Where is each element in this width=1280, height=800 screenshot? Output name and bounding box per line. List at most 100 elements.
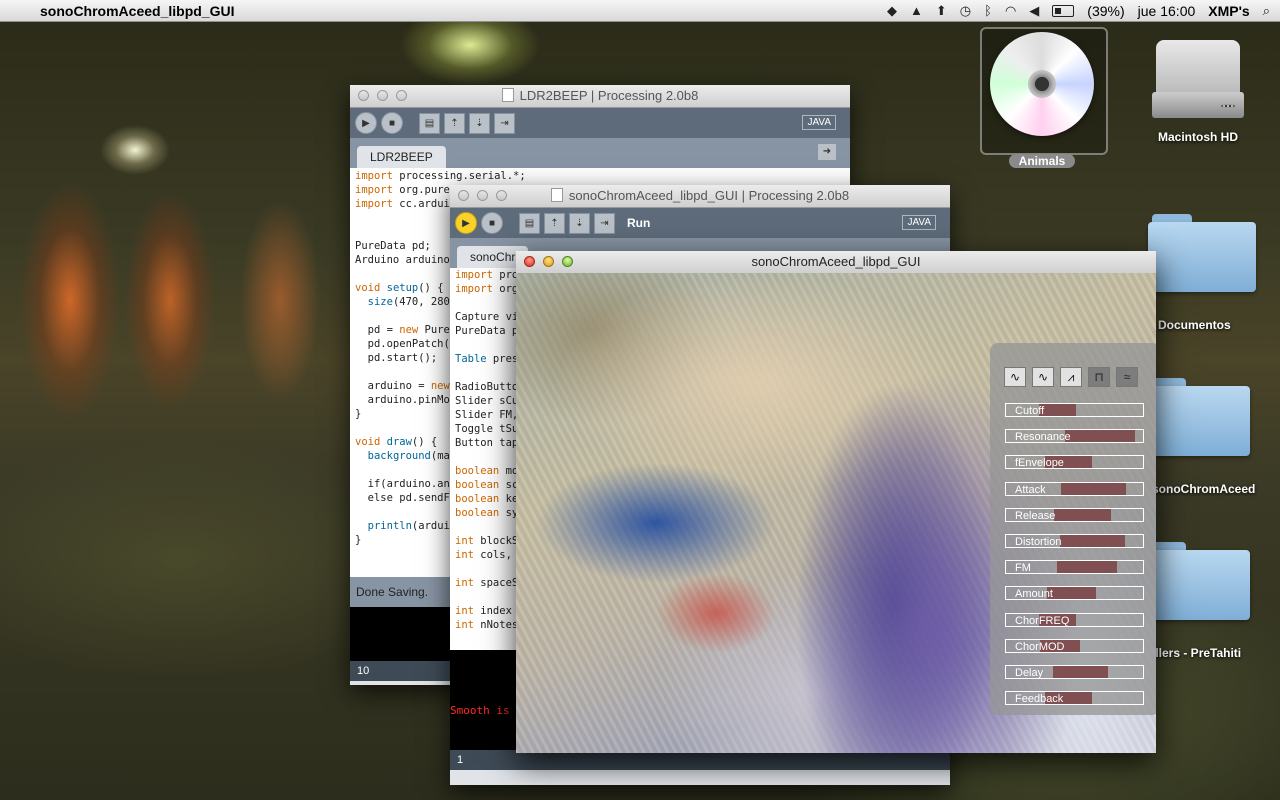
open-button[interactable]: ⇡ (544, 212, 565, 234)
cd-icon (990, 32, 1094, 136)
user-menu[interactable]: XMP's (1208, 3, 1249, 19)
dropbox-icon[interactable]: ◆ (887, 3, 897, 19)
sonochromaceed-label: sonoChromAceed (1152, 482, 1256, 496)
sonochromaceed-folder[interactable]: sonoChromAceed (1142, 378, 1280, 496)
status-menus: ◆ ▲ ⬆ ◷ ᛒ ◠ ◀ (39%) jue 16:00 XMP's ⌕ (887, 3, 1280, 19)
mode-selector[interactable]: JAVA (902, 215, 936, 230)
slider-chorfreq[interactable]: ChorFREQ (1005, 612, 1144, 627)
soft-sine-wave-icon[interactable]: ∿ (1032, 367, 1054, 387)
slider-label: ChorFREQ (1015, 614, 1070, 627)
waveform-selector: ∿ ∿ ⩘ ⊓ ≈ (1004, 367, 1138, 387)
run-label: Run (627, 216, 651, 230)
close-button[interactable] (358, 90, 369, 101)
run-button[interactable]: ▶ (355, 112, 377, 134)
bluetooth-icon[interactable]: ᛒ (984, 3, 992, 18)
animals-disc[interactable]: Animals (982, 24, 1102, 168)
minimize-button[interactable] (477, 190, 488, 201)
documentos-folder[interactable]: Documentos (1142, 214, 1262, 332)
stop-button[interactable]: ■ (381, 112, 403, 134)
sono-editor-titlebar[interactable]: sonoChromAceed_libpd_GUI | Processing 2.… (450, 185, 950, 208)
open-button[interactable]: ⇡ (444, 112, 465, 134)
noise-wave-icon[interactable]: ≈ (1116, 367, 1138, 387)
folder-icon (1142, 378, 1250, 456)
slider-value-fill (1065, 430, 1135, 443)
slider-fenvelope[interactable]: fEnvelope (1005, 455, 1144, 470)
sketch-titlebar[interactable]: sonoChromAceed_libpd_GUI (516, 251, 1156, 274)
pretahiti-folder[interactable]: illers - PreTahiti (1142, 542, 1280, 660)
minimize-button[interactable] (543, 256, 554, 267)
slider-value-fill (1054, 508, 1111, 521)
slider-label: FM (1015, 562, 1031, 575)
code-line[interactable]: import processing.serial.*; (355, 169, 845, 183)
run-button[interactable]: ▶ (455, 212, 477, 234)
video-canvas[interactable]: ∿ ∿ ⩘ ⊓ ≈ Cutoff Resonance fEnvelope Attack… (516, 273, 1156, 753)
square-wave-icon[interactable]: ⊓ (1088, 367, 1110, 387)
minimize-button[interactable] (377, 90, 388, 101)
slider-fm[interactable]: FM (1005, 560, 1144, 575)
macintosh-hd-label: Macintosh HD (1157, 130, 1238, 144)
macintosh-hd[interactable]: Macintosh HD (1140, 30, 1256, 144)
wifi-icon[interactable]: ◠ (1005, 3, 1016, 19)
sawtooth-wave-icon[interactable]: ⩘ (1060, 367, 1082, 387)
window-title: LDR2BEEP | Processing 2.0b8 (519, 88, 699, 103)
new-button[interactable]: ▤ (519, 212, 540, 234)
slider-value-fill (1060, 535, 1125, 547)
menu-bar: sonoChromAceed_libpd_GUI ◆ ▲ ⬆ ◷ ᛒ ◠ ◀ (… (0, 0, 1280, 22)
slider-delay[interactable]: Delay (1005, 665, 1144, 679)
slider-label: Delay (1015, 667, 1044, 679)
document-icon (550, 188, 563, 202)
volume-icon[interactable]: ◀ (1029, 3, 1039, 19)
slider-resonance[interactable]: Resonance (1005, 429, 1144, 444)
zoom-button[interactable] (496, 190, 507, 201)
google-drive-icon[interactable]: ▲ (910, 3, 923, 18)
folder-icon (1142, 542, 1250, 620)
ldr2beep-titlebar[interactable]: LDR2BEEP | Processing 2.0b8 (350, 85, 850, 108)
slider-value-fill (1053, 666, 1108, 678)
close-button[interactable] (458, 190, 469, 201)
folder-icon (1148, 214, 1256, 292)
time-machine-icon[interactable]: ◷ (960, 3, 971, 19)
slider-feedback[interactable]: Feedback (1005, 691, 1144, 706)
tab-menu-arrow-icon[interactable]: ➜ (818, 144, 836, 160)
hard-drive-icon (1150, 30, 1246, 126)
upload-icon[interactable]: ⬆ (936, 3, 947, 19)
mode-selector[interactable]: JAVA (802, 115, 836, 130)
battery-percent[interactable]: (39%) (1087, 3, 1124, 19)
slider-label: Distortion (1015, 536, 1062, 548)
new-button[interactable]: ▤ (419, 112, 440, 134)
slider-label: Release (1015, 509, 1056, 522)
slider-attack[interactable]: Attack (1005, 481, 1144, 496)
slider-cutoff[interactable]: Cutoff (1005, 403, 1144, 417)
save-button[interactable]: ⇣ (469, 112, 490, 134)
slider-label: Amount (1015, 588, 1053, 601)
zoom-button[interactable] (562, 256, 573, 267)
window-title: sonoChromAceed_libpd_GUI (751, 254, 921, 269)
slider-chormod[interactable]: ChorMOD (1005, 638, 1144, 653)
tab-ldr2beep[interactable]: LDR2BEEP (357, 146, 446, 168)
spotlight-search-icon[interactable]: ⌕ (1263, 3, 1270, 19)
line-number: 1 (450, 750, 950, 770)
documentos-label: Documentos (1158, 318, 1231, 332)
zoom-button[interactable] (396, 90, 407, 101)
menu-clock[interactable]: jue 16:00 (1138, 3, 1196, 19)
toolbar: ▶ ■ ▤ ⇡ ⇣ ⇥ Run JAVA (450, 208, 950, 238)
slider-label: fEnvelope (1015, 457, 1064, 470)
slider-distortion[interactable]: Distortion (1005, 534, 1144, 548)
close-button[interactable] (524, 256, 535, 267)
save-button[interactable]: ⇣ (569, 212, 590, 234)
sine-wave-icon[interactable]: ∿ (1004, 367, 1026, 387)
pretahiti-label: illers - PreTahiti (1152, 646, 1242, 660)
stop-button[interactable]: ■ (481, 212, 503, 234)
synth-control-panel: ∿ ∿ ⩘ ⊓ ≈ Cutoff Resonance fEnvelope Attack… (990, 343, 1156, 715)
window-title: sonoChromAceed_libpd_GUI | Processing 2.… (568, 188, 850, 203)
tab-bar: LDR2BEEP ➜ (350, 138, 850, 168)
slider-amount[interactable]: Amount (1005, 586, 1144, 601)
slider-release[interactable]: Release (1005, 507, 1144, 522)
slider-label: Feedback (1015, 693, 1064, 706)
battery-icon[interactable] (1052, 4, 1075, 17)
slider-label: Cutoff (1015, 405, 1045, 417)
export-button[interactable]: ⇥ (494, 112, 515, 134)
slider-value-fill (1057, 561, 1117, 574)
export-button[interactable]: ⇥ (594, 212, 615, 234)
app-name-menu[interactable]: sonoChromAceed_libpd_GUI (40, 3, 234, 19)
